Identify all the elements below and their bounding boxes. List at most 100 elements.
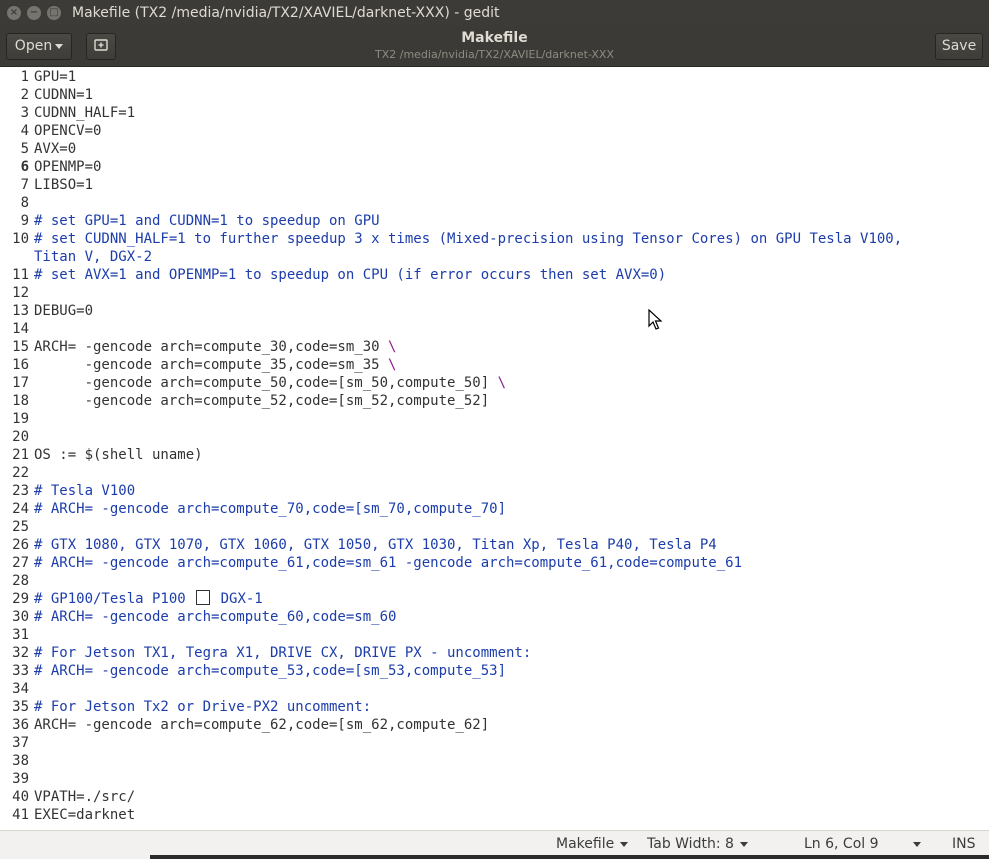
line-number: 32 (12, 645, 29, 661)
code-line[interactable]: LIBSO=1 (34, 176, 93, 194)
cursor-position-label: Ln 6, Col 9 (804, 836, 879, 852)
code-line[interactable]: -gencode arch=compute_35,code=sm_35 \ (34, 356, 397, 374)
cursor-position-selector[interactable]: Ln 6, Col 9 (804, 836, 921, 852)
line-continuation: \ (388, 339, 397, 355)
line-number: 37 (12, 735, 29, 751)
line-number: 29 (12, 591, 29, 607)
line-continuation: \ (497, 375, 507, 391)
tab-width-selector[interactable]: Tab Width: 8 (647, 836, 748, 852)
code-line[interactable]: # Tesla V100 (34, 482, 135, 500)
code-line-text: -gencode arch=compute_50,code=[sm_50,com… (34, 375, 498, 391)
line-number: 31 (12, 627, 29, 643)
code-line[interactable]: # GP100/Tesla P100 DGX-1 (34, 590, 263, 608)
code-line[interactable]: DEBUG=0 (34, 302, 93, 320)
line-number: 36 (12, 717, 29, 733)
code-line-text: ARCH= -gencode arch=compute_30,code=sm_3… (34, 339, 389, 355)
line-number: 18 (12, 393, 29, 409)
line-number: 38 (12, 753, 29, 769)
code-line[interactable]: # ARCH= -gencode arch=compute_70,code=[s… (34, 500, 506, 518)
code-line[interactable]: Titan V, DGX-2 (34, 248, 152, 266)
chevron-down-icon (620, 841, 629, 847)
code-line-text: Titan V, DGX-2 (34, 249, 153, 265)
background-window-strip (150, 855, 989, 859)
code-line[interactable]: # set CUDNN_HALF=1 to further speedup 3 … (34, 230, 902, 248)
code-line[interactable]: GPU=1 (34, 68, 76, 86)
code-line-text: -gencode arch=compute_35,code=sm_35 (34, 357, 389, 373)
code-line-text: # For Jetson Tx2 or Drive-PX2 uncomment: (34, 699, 372, 715)
code-line-text: # GTX 1080, GTX 1070, GTX 1060, GTX 1050… (34, 537, 717, 553)
code-line-text: OS := $(shell uname) (34, 447, 203, 463)
line-number: 12 (12, 285, 29, 301)
code-line-text: OPENCV=0 (34, 123, 102, 139)
line-number: 7 (20, 177, 29, 193)
line-number: 15 (12, 339, 29, 355)
code-line[interactable]: # set AVX=1 and OPENMP=1 to speedup on C… (34, 266, 666, 284)
code-line[interactable]: # GTX 1080, GTX 1070, GTX 1060, GTX 1050… (34, 536, 717, 554)
code-line[interactable]: VPATH=./src/ (34, 788, 135, 806)
code-line[interactable]: ARCH= -gencode arch=compute_30,code=sm_3… (34, 338, 396, 356)
chevron-down-icon (912, 841, 921, 847)
text-editor[interactable]: 1 2 3 4 5 6 7 8 9 10 11 12 13 14 15 16 17 18 19 20 21 22 23 24 2… (0, 68, 989, 830)
save-button[interactable]: Save (935, 33, 983, 60)
window-close-button[interactable]: × (7, 6, 21, 20)
line-number: 4 (20, 123, 29, 139)
line-number: 5 (20, 141, 29, 157)
code-line-text: CUDNN=1 (34, 87, 94, 103)
code-line[interactable]: CUDNN=1 (34, 86, 93, 104)
tab-width-label: Tab Width: 8 (647, 836, 734, 852)
line-number: 17 (12, 375, 29, 391)
code-line[interactable]: OS := $(shell uname) (34, 446, 203, 464)
code-line[interactable]: -gencode arch=compute_52,code=[sm_52,com… (34, 392, 490, 410)
minimize-icon: − (29, 7, 39, 18)
line-number: 33 (12, 663, 29, 679)
code-line-text: CUDNN_HALF=1 (34, 105, 136, 121)
line-number: 35 (12, 699, 29, 715)
line-number (0, 248, 29, 266)
code-line[interactable]: OPENCV=0 (34, 122, 101, 140)
code-line-text: AVX=0 (34, 141, 77, 157)
line-number: 14 (12, 321, 29, 337)
code-line-text: EXEC=darknet (34, 807, 136, 823)
code-line[interactable]: OPENMP=0 (34, 158, 101, 176)
line-number: 13 (12, 303, 29, 319)
line-number: 30 (12, 609, 29, 625)
line-number: 11 (12, 267, 29, 283)
window-titlebar: × − □ Makefile (TX2 /media/nvidia/TX2/XA… (0, 0, 989, 26)
line-number: 41 (12, 807, 29, 823)
code-line[interactable]: -gencode arch=compute_50,code=[sm_50,com… (34, 374, 506, 392)
line-number: 27 (12, 555, 29, 571)
code-line[interactable]: # set GPU=1 and CUDNN=1 to speedup on GP… (34, 212, 380, 230)
line-number: 39 (12, 771, 29, 787)
line-number: 22 (12, 465, 29, 481)
window-maximize-button[interactable]: □ (47, 6, 61, 20)
code-line[interactable]: EXEC=darknet (34, 806, 135, 824)
line-number: 6 (20, 159, 29, 175)
code-line[interactable]: # ARCH= -gencode arch=compute_60,code=sm… (34, 608, 396, 626)
code-line-text: GPU=1 (34, 69, 77, 85)
code-line-text: # ARCH= -gencode arch=compute_60,code=sm… (34, 609, 397, 625)
line-number: 3 (20, 105, 29, 121)
code-line[interactable]: # ARCH= -gencode arch=compute_61,code=sm… (34, 554, 742, 572)
code-line-text: VPATH=./src/ (34, 789, 136, 805)
code-line[interactable]: ARCH= -gencode arch=compute_62,code=[sm_… (34, 716, 489, 734)
insert-mode-indicator: INS (952, 836, 976, 852)
code-line-text: OPENMP=0 (34, 159, 102, 175)
code-line-text: # ARCH= -gencode arch=compute_61,code=sm… (34, 555, 743, 571)
window-minimize-button[interactable]: − (27, 6, 41, 20)
line-number: 9 (20, 213, 29, 229)
language-selector[interactable]: Makefile (556, 836, 629, 852)
code-line[interactable]: CUDNN_HALF=1 (34, 104, 135, 122)
line-number: 8 (20, 195, 29, 211)
code-line[interactable]: # ARCH= -gencode arch=compute_53,code=[s… (34, 662, 506, 680)
code-line[interactable]: # For Jetson Tx2 or Drive-PX2 uncomment: (34, 698, 371, 716)
code-line[interactable]: AVX=0 (34, 140, 76, 158)
code-line-text: # For Jetson TX1, Tegra X1, DRIVE CX, DR… (34, 645, 532, 661)
line-continuation: \ (388, 357, 397, 373)
line-number: 26 (12, 537, 29, 553)
code-line[interactable]: # For Jetson TX1, Tegra X1, DRIVE CX, DR… (34, 644, 531, 662)
line-number: 2 (20, 87, 29, 103)
line-number: 21 (12, 447, 29, 463)
code-line-text: # GP100/Tesla P100 (34, 591, 195, 607)
code-line-text: # set AVX=1 and OPENMP=1 to speedup on C… (34, 267, 667, 283)
maximize-icon: □ (49, 7, 59, 18)
